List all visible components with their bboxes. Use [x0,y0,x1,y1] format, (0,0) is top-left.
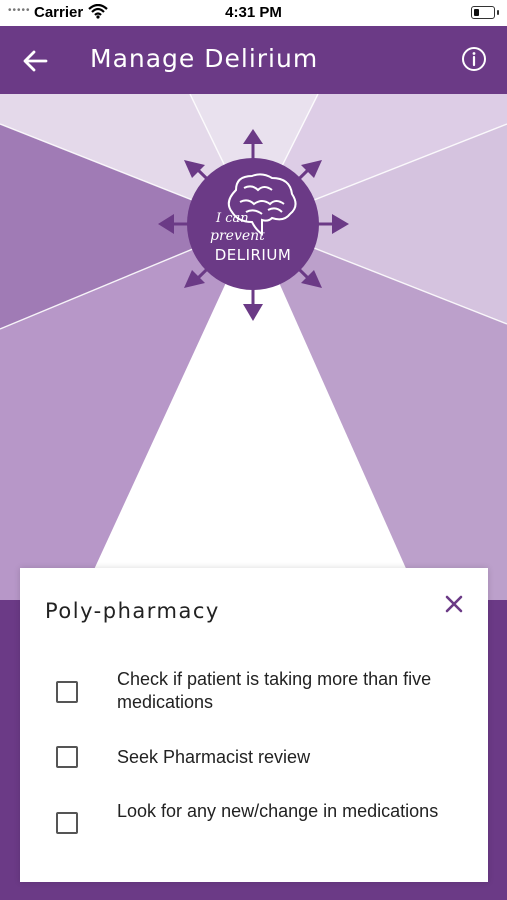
logo-line-2: prevent [210,228,265,244]
card-title: Poly-pharmacy [45,599,220,623]
arrow-left-icon [23,50,48,72]
battery-icon [471,6,499,19]
item-checkbox[interactable] [56,746,78,768]
back-button[interactable] [18,43,54,79]
hero-illustration: I can prevent DELIRIUM [0,93,507,600]
item-label: Seek Pharmacist review [117,747,311,767]
page-title: Manage Delirium [90,44,319,73]
status-bar: ••••• Carrier 4:31 PM [0,0,507,26]
item-label: Look for any new/change in medications [117,801,439,821]
info-button[interactable] [461,46,487,72]
item-checkbox[interactable] [56,681,78,703]
app-bar: Manage Delirium [0,26,507,94]
logo-line-1: I can [215,211,249,226]
close-icon [445,595,463,613]
info-circle-icon [462,47,486,71]
close-button[interactable] [440,590,468,618]
item-checkbox[interactable] [56,812,78,834]
sunburst-background: I can prevent DELIRIUM [0,93,507,600]
status-time: 4:31 PM [225,4,282,21]
logo-line-3: DELIRIUM [215,246,292,264]
checklist-card: Poly-pharmacy Check if patient is taking… [20,568,488,882]
item-label: Check if patient is taking more than fiv… [117,669,432,712]
